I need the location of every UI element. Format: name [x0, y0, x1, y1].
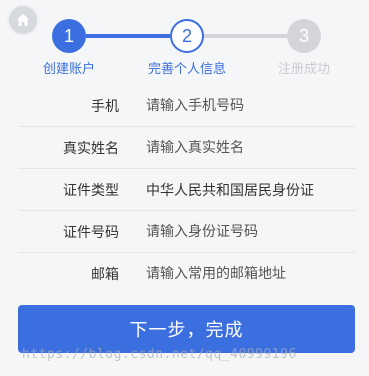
id-number-label: 证件号码: [63, 225, 119, 241]
email-row: 邮箱: [18, 254, 356, 294]
email-label: 邮箱: [91, 267, 119, 283]
next-complete-button[interactable]: 下一步，完成: [18, 305, 355, 353]
step-connector-1: [86, 34, 170, 38]
name-input[interactable]: [146, 133, 356, 163]
name-label: 真实姓名: [63, 141, 119, 157]
step-1-label: 创建账户: [42, 62, 95, 77]
id-number-input[interactable]: [146, 217, 356, 247]
phone-row: 手机: [18, 86, 356, 127]
id-number-row: 证件号码: [18, 212, 356, 253]
name-row: 真实姓名: [18, 128, 356, 169]
watermark: https://blog.csdn.net/qq_40999196: [22, 347, 297, 362]
id-type-row[interactable]: 证件类型 中华人民共和国居民身份证: [18, 170, 356, 211]
id-type-select[interactable]: 中华人民共和国居民身份证: [146, 180, 356, 200]
id-type-label: 证件类型: [63, 183, 119, 199]
step-1-circle: 1: [52, 19, 86, 53]
phone-label: 手机: [91, 99, 119, 115]
step-2-label: 完善个人信息: [147, 62, 226, 77]
personal-info-form: 手机 真实姓名 证件类型 中华人民共和国居民身份证 证件号码 邮箱: [18, 86, 356, 295]
registration-stepper: 1 2 3 创建账户 完善个人信息 注册成功: [0, 0, 369, 90]
step-connector-2: [204, 34, 288, 38]
step-3-label: 注册成功: [277, 62, 330, 77]
step-2-circle: 2: [170, 19, 204, 53]
step-3-circle: 3: [287, 19, 321, 53]
email-input[interactable]: [146, 259, 356, 289]
phone-input[interactable]: [146, 91, 356, 121]
